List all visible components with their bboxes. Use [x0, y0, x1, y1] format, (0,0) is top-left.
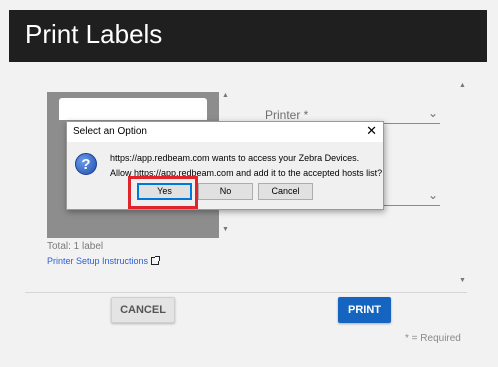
dialog-titlebar: Select an Option ✕: [67, 122, 383, 142]
select-option-dialog: Select an Option ✕ ? https://app.redbeam…: [66, 121, 384, 210]
preview-scroll-up-icon[interactable]: ▲: [222, 92, 229, 99]
page-scroll-up-icon[interactable]: ▲: [459, 82, 466, 89]
yes-highlight-box: [128, 176, 198, 209]
page-scroll-down-icon[interactable]: ▼: [459, 277, 466, 284]
dialog-cancel-button[interactable]: Cancel: [258, 183, 313, 200]
total-labels-count: Total: 1 label: [47, 241, 104, 252]
action-footer: [25, 292, 467, 332]
question-icon: ?: [75, 153, 97, 175]
cancel-button[interactable]: CANCEL: [111, 297, 175, 323]
label-paper: [59, 98, 207, 120]
page: Print Labels ▲ ▼ Printer * ⌄ ⌄ ▲ ▼ Total…: [0, 0, 498, 367]
print-button[interactable]: PRINT: [338, 297, 391, 323]
close-icon[interactable]: ✕: [366, 124, 377, 138]
dialog-message-line1: https://app.redbeam.com wants to access …: [110, 153, 360, 163]
external-link-icon: [151, 256, 161, 265]
app-header: Print Labels: [9, 10, 487, 62]
preview-scroll-down-icon[interactable]: ▼: [222, 226, 229, 233]
chevron-down-icon: ⌄: [427, 106, 438, 120]
printer-setup-link[interactable]: Printer Setup Instructions: [47, 256, 161, 266]
printer-setup-link-text[interactable]: Printer Setup Instructions: [47, 256, 148, 266]
dialog-title: Select an Option: [73, 126, 147, 137]
printer-field-label: Printer *: [265, 108, 309, 122]
page-title: Print Labels: [25, 19, 163, 49]
no-button[interactable]: No: [198, 183, 253, 200]
chevron-down-icon: ⌄: [427, 188, 438, 202]
required-note: * = Required: [405, 333, 461, 344]
dialog-body: ? https://app.redbeam.com wants to acces…: [67, 142, 383, 209]
